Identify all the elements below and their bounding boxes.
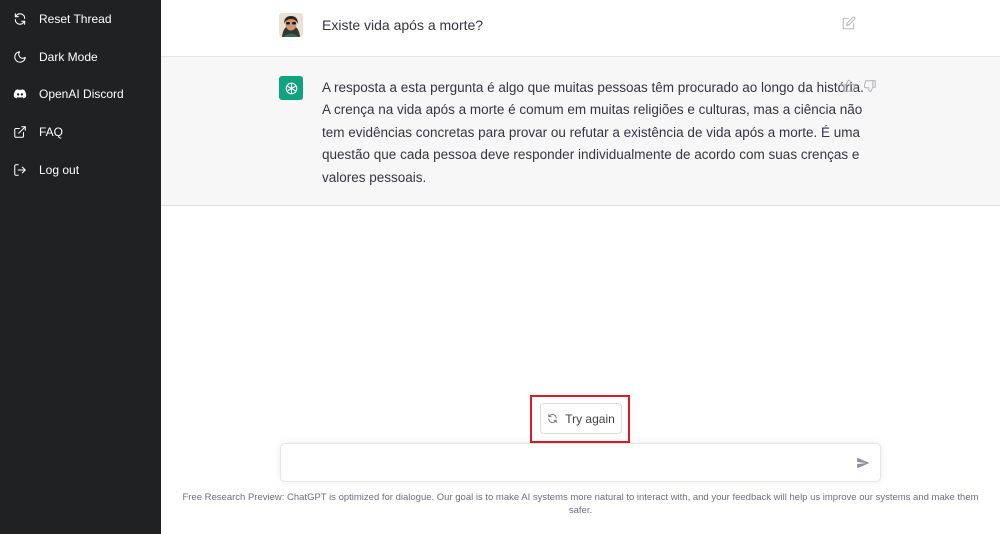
sidebar-item-label: Reset Thread <box>39 12 112 26</box>
user-message-text: Existe vida após a morte? <box>322 17 484 33</box>
assistant-message-line: questão que cada pessoa deve responder i… <box>322 147 860 163</box>
send-icon <box>857 457 870 469</box>
sidebar-item-log-out[interactable]: Log out <box>0 155 161 185</box>
sidebar-item-faq[interactable]: FAQ <box>0 117 161 147</box>
sidebar-item-reset-thread[interactable]: Reset Thread <box>0 4 161 34</box>
sidebar-item-label: FAQ <box>39 125 64 139</box>
thumbs-down-icon[interactable] <box>863 79 877 93</box>
assistant-message-text: A resposta a esta pergunta é algo que mu… <box>322 77 864 189</box>
footer-disclaimer: Free Research Preview: ChatGPT is optimi… <box>182 492 979 516</box>
openai-logo-icon <box>279 76 303 100</box>
refresh-icon <box>12 11 28 27</box>
sidebar: Reset Thread Dark Mode OpenAI Discord FA… <box>0 0 161 534</box>
moon-icon <box>12 49 28 65</box>
external-link-icon <box>12 124 28 140</box>
sidebar-item-label: OpenAI Discord <box>39 87 124 101</box>
sidebar-item-label: Dark Mode <box>39 50 98 64</box>
try-again-label: Try again <box>565 411 615 426</box>
try-again-button[interactable]: Try again <box>540 403 622 434</box>
assistant-message-line: A crença na vida após a morte é comum em… <box>322 102 863 118</box>
message-input[interactable] <box>291 454 851 474</box>
discord-icon <box>12 86 28 102</box>
user-avatar <box>279 13 303 37</box>
message-composer <box>280 443 881 482</box>
user-message-row: Existe vida após a morte? <box>161 0 1000 57</box>
sidebar-item-openai-discord[interactable]: OpenAI Discord <box>0 79 161 109</box>
thumbs-up-icon[interactable] <box>842 79 856 93</box>
chat-main: Existe vida após a morte? A resposta a e… <box>161 0 1000 534</box>
edit-icon[interactable] <box>842 16 856 30</box>
send-button[interactable] <box>856 456 872 472</box>
sidebar-item-label: Log out <box>39 163 80 177</box>
assistant-message-row: A resposta a esta pergunta é algo que mu… <box>161 57 1000 206</box>
assistant-message-line: A resposta a esta pergunta é algo que mu… <box>322 80 864 95</box>
assistant-message-line: tem evidências concretas para provar ou … <box>322 124 861 140</box>
logout-icon <box>12 162 28 178</box>
refresh-icon <box>547 413 559 425</box>
sidebar-item-dark-mode[interactable]: Dark Mode <box>0 42 161 72</box>
assistant-message-line: valores pessoais. <box>322 169 427 185</box>
